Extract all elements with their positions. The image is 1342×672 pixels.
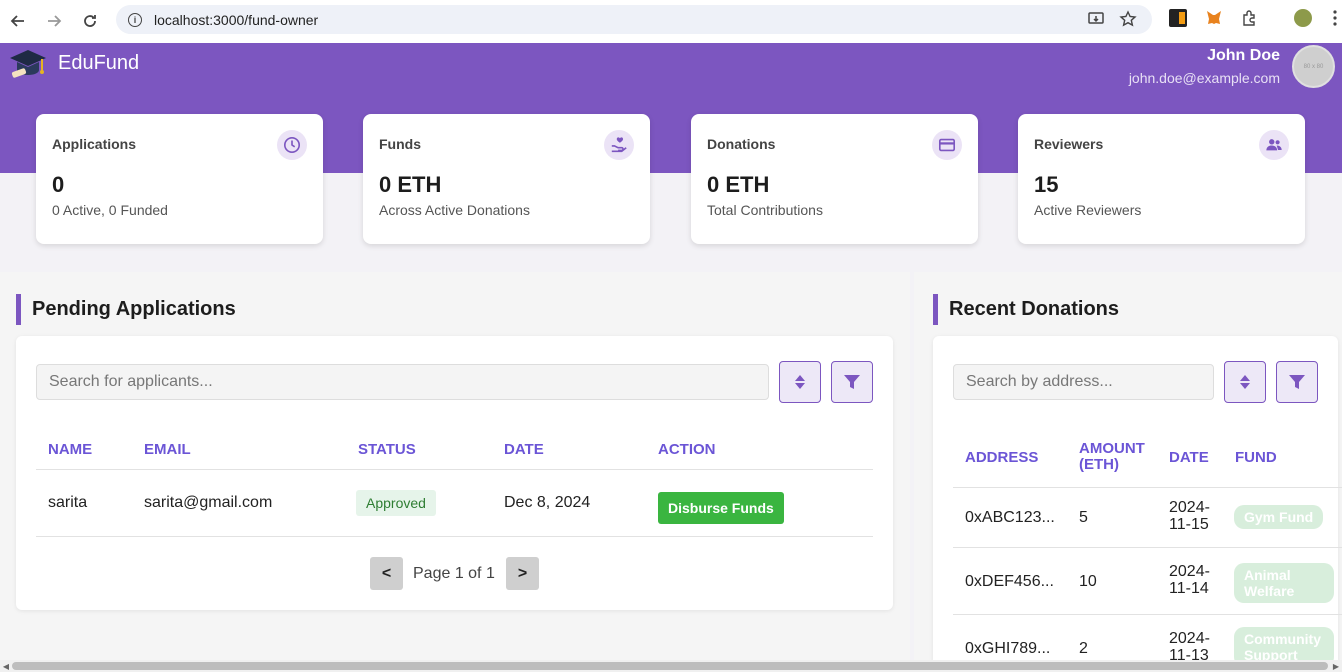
donation-amount: 2 bbox=[1079, 640, 1088, 657]
column-header-name[interactable]: NAME bbox=[48, 441, 92, 458]
install-app-icon[interactable] bbox=[1087, 10, 1105, 28]
table-divider bbox=[953, 547, 1342, 548]
donor-address: 0xGHI789... bbox=[965, 640, 1051, 657]
metamask-fox-icon[interactable] bbox=[1205, 9, 1223, 27]
next-page-button[interactable]: > bbox=[506, 557, 539, 590]
profile-avatar-icon[interactable] bbox=[1294, 9, 1312, 27]
url-text: localhost:3000/fund-owner bbox=[154, 11, 319, 28]
stat-card-reviewers: Reviewers 15 Active Reviewers bbox=[1018, 114, 1305, 244]
recent-donations-title: Recent Donations bbox=[933, 294, 1119, 325]
column-header-address[interactable]: ADDRESS bbox=[965, 449, 1038, 466]
applicant-email: sarita@gmail.com bbox=[144, 494, 273, 511]
sort-icon bbox=[1240, 375, 1250, 389]
column-header-fund[interactable]: FUND bbox=[1235, 449, 1277, 466]
donation-filter-button[interactable] bbox=[1276, 361, 1318, 403]
donation-date: 2024-11-15 bbox=[1169, 499, 1210, 533]
stat-title: Applications bbox=[52, 136, 137, 152]
stat-card-applications: Applications 0 0 Active, 0 Funded bbox=[36, 114, 323, 244]
scroll-right-icon[interactable]: ▶ bbox=[1330, 660, 1342, 672]
filter-icon bbox=[844, 375, 860, 389]
brand-logo[interactable]: EduFund bbox=[8, 46, 139, 80]
donation-amount: 5 bbox=[1079, 509, 1088, 526]
fund-badge: Animal Welfare bbox=[1234, 563, 1334, 603]
graduation-cap-icon bbox=[10, 50, 46, 78]
applicant-name: sarita bbox=[48, 494, 88, 511]
scroll-left-icon[interactable]: ◀ bbox=[0, 660, 12, 672]
stat-title: Donations bbox=[707, 136, 776, 152]
stat-value: 0 bbox=[52, 172, 65, 197]
avatar-placeholder-text: 80 x 80 bbox=[1303, 63, 1324, 70]
clock-icon bbox=[277, 130, 307, 160]
stat-subtitle: Total Contributions bbox=[707, 202, 823, 218]
browser-toolbar: i localhost:3000/fund-owner bbox=[0, 0, 1342, 43]
applicant-search-input[interactable] bbox=[36, 364, 769, 400]
stat-value: 15 bbox=[1034, 172, 1059, 197]
extensions-puzzle-icon[interactable] bbox=[1241, 9, 1259, 27]
column-header-email[interactable]: EMAIL bbox=[144, 441, 191, 458]
people-icon bbox=[1259, 130, 1289, 160]
hand-heart-icon bbox=[604, 130, 634, 160]
stat-subtitle: 0 Active, 0 Funded bbox=[52, 202, 168, 218]
reload-icon[interactable] bbox=[72, 3, 108, 39]
pending-applications-title: Pending Applications bbox=[16, 294, 236, 325]
browser-menu-icon[interactable] bbox=[1332, 9, 1338, 27]
donation-amount: 10 bbox=[1079, 573, 1097, 590]
donation-date: 2024-11-13 bbox=[1169, 630, 1210, 664]
stat-subtitle: Active Reviewers bbox=[1034, 202, 1142, 218]
stat-card-funds: Funds 0 ETH Across Active Donations bbox=[363, 114, 650, 244]
extension-lh-icon[interactable] bbox=[1169, 9, 1187, 27]
user-name: John Doe bbox=[1207, 47, 1280, 64]
forward-icon[interactable] bbox=[36, 3, 72, 39]
column-header-action[interactable]: ACTION bbox=[658, 441, 716, 458]
stat-subtitle: Across Active Donations bbox=[379, 202, 530, 218]
filter-icon bbox=[1289, 375, 1305, 389]
stat-title: Funds bbox=[379, 136, 421, 152]
stat-card-donations: Donations 0 ETH Total Contributions bbox=[691, 114, 978, 244]
address-bar[interactable]: i localhost:3000/fund-owner bbox=[116, 5, 1152, 34]
donor-address: 0xABC123... bbox=[965, 509, 1055, 526]
prev-page-button[interactable]: < bbox=[370, 557, 403, 590]
page-indicator: Page 1 of 1 bbox=[413, 565, 495, 582]
donor-address: 0xDEF456... bbox=[965, 573, 1054, 590]
stat-value: 0 ETH bbox=[707, 172, 770, 197]
user-avatar[interactable]: 80 x 80 bbox=[1292, 45, 1335, 88]
credit-card-icon bbox=[932, 130, 962, 160]
column-header-donation-date[interactable]: DATE bbox=[1169, 449, 1209, 466]
sort-button[interactable] bbox=[779, 361, 821, 403]
table-divider bbox=[36, 469, 873, 470]
brand-name: EduFund bbox=[58, 51, 140, 74]
table-divider bbox=[953, 614, 1342, 615]
user-email: john.doe@example.com bbox=[1128, 70, 1280, 86]
scrollbar-thumb[interactable] bbox=[12, 662, 1328, 670]
fund-badge: Gym Fund bbox=[1234, 505, 1324, 529]
site-info-icon[interactable]: i bbox=[128, 12, 142, 27]
sort-icon bbox=[795, 375, 805, 389]
table-divider bbox=[953, 487, 1342, 488]
status-badge: Approved bbox=[356, 490, 436, 516]
application-date: Dec 8, 2024 bbox=[504, 494, 591, 511]
column-header-date[interactable]: DATE bbox=[504, 441, 544, 458]
column-header-status[interactable]: STATUS bbox=[358, 441, 416, 458]
back-icon[interactable] bbox=[0, 3, 36, 39]
filter-button[interactable] bbox=[831, 361, 873, 403]
donation-date: 2024-11-14 bbox=[1169, 563, 1210, 597]
donation-sort-button[interactable] bbox=[1224, 361, 1266, 403]
column-header-amount[interactable]: AMOUNT (ETH) bbox=[1079, 441, 1154, 473]
bookmark-star-icon[interactable] bbox=[1119, 10, 1137, 28]
disburse-funds-button[interactable]: Disburse Funds bbox=[658, 492, 784, 524]
stat-title: Reviewers bbox=[1034, 136, 1104, 152]
address-search-input[interactable] bbox=[953, 364, 1214, 400]
stat-value: 0 ETH bbox=[379, 172, 442, 197]
table-divider bbox=[36, 536, 873, 537]
horizontal-scrollbar[interactable]: ◀ ▶ bbox=[0, 660, 1342, 672]
